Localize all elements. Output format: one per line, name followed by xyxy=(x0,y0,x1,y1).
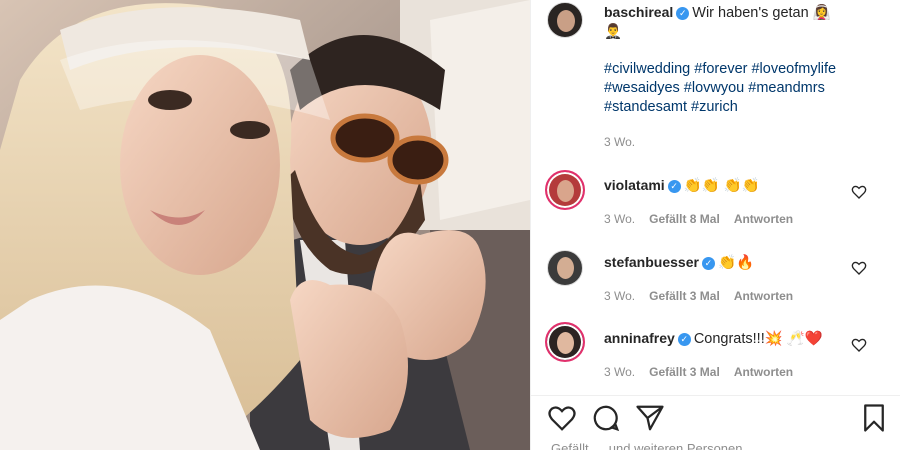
comment-meta: 3 Wo. Gefällt 3 Mal Antworten xyxy=(604,289,807,303)
post-side-panel: baschireal ✓ Wir haben's getan 👰‍♀️ 🤵‍♂️ #… xyxy=(530,0,900,450)
verified-badge-icon: ✓ xyxy=(667,180,681,193)
comment-likes-link[interactable]: Gefällt 8 Mal xyxy=(649,212,720,226)
post-time: 3 Wo. xyxy=(604,135,636,149)
verified-badge-icon: ✓ xyxy=(677,333,691,346)
comment-icon[interactable] xyxy=(591,403,621,433)
comment-meta: 3 Wo. Gefällt 3 Mal Antworten xyxy=(604,365,807,379)
post-author-username[interactable]: baschireal xyxy=(604,4,673,20)
comment-username[interactable]: stefanbuesser xyxy=(604,254,699,270)
comment-username[interactable]: violatami xyxy=(604,177,665,193)
post-caption-text: Wir haben's getan 👰‍♀️ xyxy=(692,5,831,21)
heart-icon[interactable] xyxy=(851,260,867,276)
comment-reply-link[interactable]: Antworten xyxy=(734,289,793,303)
comment-text: 👏🔥 xyxy=(717,255,755,271)
comment-time: 3 Wo. xyxy=(604,289,636,303)
comment-text: 👏👏 👏👏 xyxy=(683,178,760,194)
verified-badge-icon: ✓ xyxy=(676,7,690,20)
comment-avatar[interactable] xyxy=(547,250,583,286)
post-action-bar xyxy=(531,395,900,440)
comment-avatar[interactable] xyxy=(545,322,585,362)
post-photo[interactable] xyxy=(0,0,530,450)
bookmark-icon[interactable] xyxy=(859,403,889,433)
comment-meta: 3 Wo. Gefällt 8 Mal Antworten xyxy=(604,212,807,226)
comment-likes-link[interactable]: Gefällt 3 Mal xyxy=(649,365,720,379)
verified-badge-icon: ✓ xyxy=(701,257,715,270)
post-hashtags[interactable]: #civilwedding #forever #loveofmylife #we… xyxy=(604,60,894,117)
comment-1: violatami ✓ 👏👏 👏👏 xyxy=(604,177,760,194)
post-timestamp: 3 Wo. xyxy=(604,135,649,149)
heart-icon[interactable] xyxy=(851,337,867,353)
author-avatar[interactable] xyxy=(547,2,583,38)
comment-username[interactable]: anninafrey xyxy=(604,330,675,346)
comment-text: Congrats!!!💥 🥂❤️ xyxy=(693,331,823,347)
comment-2: stefanbuesser ✓ 👏🔥 xyxy=(604,254,754,271)
comment-reply-link[interactable]: Antworten xyxy=(734,365,793,379)
paper-plane-icon[interactable] xyxy=(635,403,665,433)
comment-likes-link[interactable]: Gefällt 3 Mal xyxy=(649,289,720,303)
comment-3: anninafrey ✓ Congrats!!!💥 🥂❤️ xyxy=(604,330,823,347)
comment-time: 3 Wo. xyxy=(604,365,636,379)
comment-time: 3 Wo. xyxy=(604,212,636,226)
heart-icon[interactable] xyxy=(547,403,577,433)
wedding-selfie-illustration xyxy=(0,0,530,450)
liked-by-line[interactable]: Gefällt … und weiteren Personen xyxy=(551,441,743,450)
post-caption-continued: 🤵‍♂️ xyxy=(604,24,623,40)
heart-icon[interactable] xyxy=(851,184,867,200)
post-caption-line: baschireal ✓ Wir haben's getan 👰‍♀️ xyxy=(604,4,831,21)
comment-reply-link[interactable]: Antworten xyxy=(734,212,793,226)
comment-avatar[interactable] xyxy=(545,170,585,210)
